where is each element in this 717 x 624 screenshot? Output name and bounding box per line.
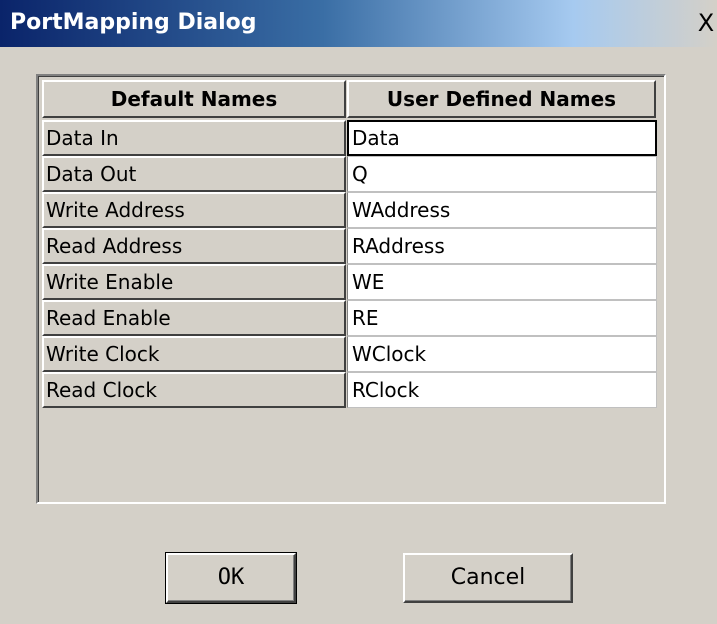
table-row: Read Clock RClock <box>42 372 657 408</box>
default-name-cell: Write Clock <box>42 336 346 372</box>
default-name-cell: Write Enable <box>42 264 346 300</box>
user-name-cell[interactable]: RAddress <box>347 228 657 264</box>
user-name-cell[interactable]: WClock <box>347 336 657 372</box>
table-row: Data Out Q <box>42 156 657 192</box>
default-name-cell: Read Clock <box>42 372 346 408</box>
ok-button[interactable]: OK <box>165 552 297 604</box>
table-row: Write Clock WClock <box>42 336 657 372</box>
table-row: Write Address WAddress <box>42 192 657 228</box>
close-icon[interactable]: X <box>695 10 717 36</box>
column-header-user-defined-names[interactable]: User Defined Names <box>347 80 656 118</box>
default-name-cell: Read Address <box>42 228 346 264</box>
default-name-cell: Read Enable <box>42 300 346 336</box>
table-row: Read Enable RE <box>42 300 657 336</box>
user-name-cell[interactable]: Q <box>347 156 657 192</box>
default-name-cell: Data In <box>42 120 346 156</box>
dialog-title: PortMapping Dialog <box>10 10 257 35</box>
column-header-default-names[interactable]: Default Names <box>42 80 346 118</box>
table-row: Read Address RAddress <box>42 228 657 264</box>
user-name-cell[interactable]: WAddress <box>347 192 657 228</box>
user-name-cell[interactable]: RClock <box>347 372 657 408</box>
user-name-cell[interactable]: RE <box>347 300 657 336</box>
cancel-button[interactable]: Cancel <box>403 553 573 603</box>
title-bar: PortMapping Dialog X <box>0 0 717 47</box>
table-row: Write Enable WE <box>42 264 657 300</box>
default-name-cell: Write Address <box>42 192 346 228</box>
default-name-cell: Data Out <box>42 156 346 192</box>
table-row: Data In Data <box>42 120 657 156</box>
port-mapping-grid: Default Names User Defined Names Data In… <box>36 74 666 504</box>
user-name-cell[interactable]: Data <box>347 120 657 156</box>
user-name-cell[interactable]: WE <box>347 264 657 300</box>
